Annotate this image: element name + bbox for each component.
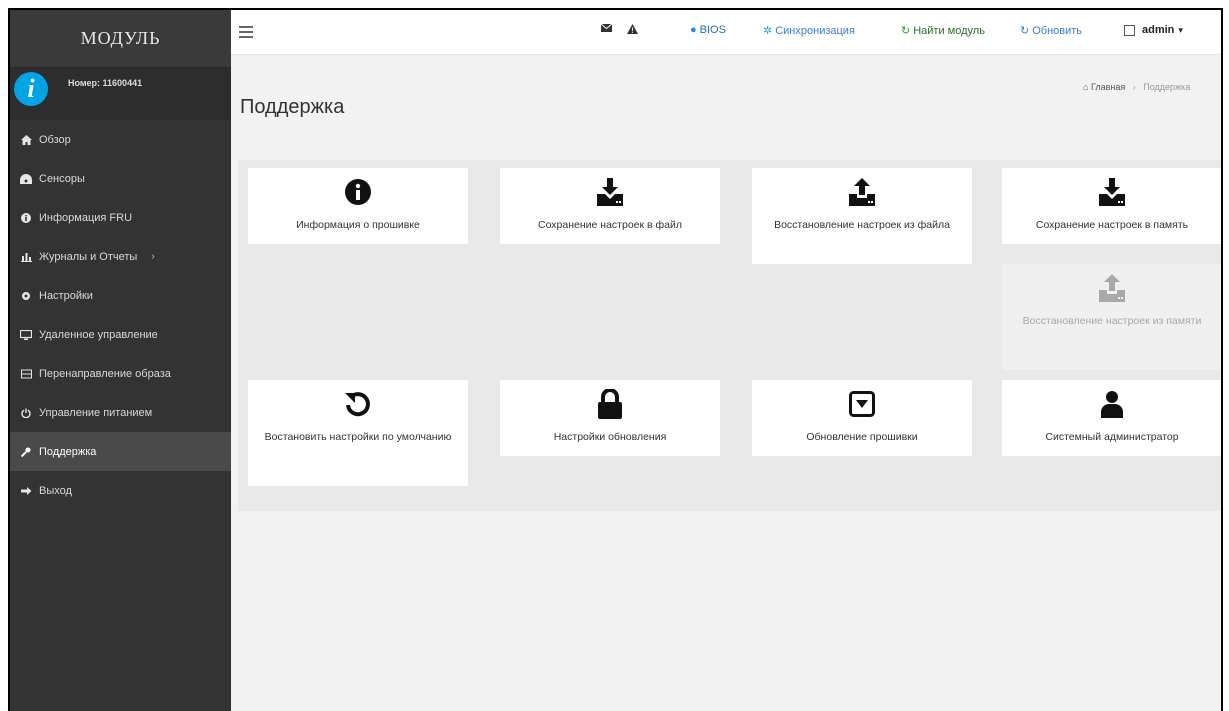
app-window: МОДУЛЬ i Номер: 11600441 Обзор Сенсоры И… xyxy=(8,8,1223,711)
bios-label: BIOS xyxy=(699,24,726,36)
topbar: ● BIOS ✲ Синхронизация ↻ Найти модуль ↻ … xyxy=(231,10,1221,55)
user-menu[interactable]: admin ▾ xyxy=(1124,24,1183,36)
sign-out-icon xyxy=(19,486,33,496)
user-panel: i Номер: 11600441 xyxy=(10,68,231,120)
card-save-settings-memory[interactable]: Сохранение настроек в память xyxy=(1002,168,1221,244)
sidebar-item-label: Обзор xyxy=(39,133,71,146)
upload-icon xyxy=(847,177,877,207)
bar-chart-icon xyxy=(19,252,33,262)
sidebar-item-label: Перенаправление образа xyxy=(39,367,171,380)
sidebar-item-label: Удаленное управление xyxy=(39,328,158,341)
info-icon xyxy=(19,212,33,223)
caret-square-down-icon xyxy=(847,389,877,419)
find-module-label: Найти модуль xyxy=(913,24,985,37)
card-system-administrator[interactable]: Системный администратор xyxy=(1002,380,1221,456)
sidebar-item-label: Журналы и Отчеты xyxy=(39,250,138,263)
caret-down-icon: ▾ xyxy=(1178,24,1183,35)
sidebar-item-sensors[interactable]: Сенсоры xyxy=(10,159,231,198)
refresh-icon: ↻ xyxy=(1020,25,1030,37)
support-panel: Информация о прошивке Сохранение настрое… xyxy=(238,160,1221,511)
monitor-icon xyxy=(19,329,33,340)
sidebar: МОДУЛЬ i Номер: 11600441 Обзор Сенсоры И… xyxy=(10,10,231,711)
upload-icon xyxy=(1097,273,1127,303)
gear-icon xyxy=(19,291,33,301)
sidebar-item-label: Поддержка xyxy=(39,445,97,458)
card-restore-settings-file[interactable]: Восстановление настроек из файла xyxy=(752,168,972,264)
find-module-button[interactable]: ↻ Найти модуль xyxy=(901,24,985,38)
breadcrumb-home[interactable]: Главная xyxy=(1091,82,1125,92)
user-square-icon xyxy=(1124,24,1135,36)
brand-logo: МОДУЛЬ xyxy=(10,10,231,68)
sidebar-item-support[interactable]: Поддержка xyxy=(10,432,231,471)
sidebar-item-fru-info[interactable]: Информация FRU xyxy=(10,198,231,237)
sync-icon: ✲ xyxy=(763,25,773,37)
info-icon: i xyxy=(14,72,48,106)
card-firmware-update[interactable]: Обновление прошивки xyxy=(752,380,972,456)
user-name: admin xyxy=(1142,24,1175,36)
breadcrumb-separator: › xyxy=(1132,82,1136,92)
disk-icon xyxy=(19,369,33,379)
breadcrumb: ⌂ Главная › Поддержка xyxy=(1083,82,1190,92)
bios-button[interactable]: ● BIOS xyxy=(690,24,726,36)
card-restore-settings-memory: Восстановление настроек из памяти xyxy=(1002,264,1221,370)
card-update-settings[interactable]: Настройки обновления xyxy=(500,380,720,456)
sidebar-item-settings[interactable]: Настройки xyxy=(10,276,231,315)
card-restore-defaults[interactable]: Востановить настройки по умолчанию xyxy=(248,380,468,486)
home-icon: ⌂ xyxy=(1083,82,1089,92)
user-number: Номер: 11600441 xyxy=(68,78,143,88)
sidebar-item-label: Управление питанием xyxy=(39,406,153,419)
sync-button[interactable]: ✲ Синхронизация xyxy=(763,24,855,38)
sidebar-item-power-control[interactable]: Управление питанием xyxy=(10,393,231,432)
wrench-icon xyxy=(19,447,33,457)
sidebar-item-label: Информация FRU xyxy=(39,211,133,224)
card-label: Сохранение настроек в файл xyxy=(538,219,682,231)
sync-label: Синхронизация xyxy=(775,24,855,37)
sidebar-item-logs-reports[interactable]: Журналы и Отчеты › xyxy=(10,237,231,276)
card-label: Настройки обновления xyxy=(553,431,667,443)
info-circle-icon xyxy=(343,177,373,207)
card-label: Информация о прошивке xyxy=(296,219,420,231)
sidebar-item-label: Сенсоры xyxy=(39,172,85,185)
breadcrumb-current: Поддержка xyxy=(1143,82,1191,92)
refresh-icon: ↻ xyxy=(901,25,911,37)
sidebar-item-label: Настройки xyxy=(39,289,93,302)
page-title: Поддержка xyxy=(240,96,345,118)
card-label: Системный администратор xyxy=(1045,431,1179,443)
card-label: Востановить настройки по умолчанию xyxy=(264,431,452,443)
warning-icon[interactable] xyxy=(627,24,638,34)
mail-icon[interactable] xyxy=(601,24,612,32)
menu-toggle-icon[interactable] xyxy=(239,26,253,38)
sidebar-item-label: Выход xyxy=(39,484,72,497)
card-label: Сохранение настроек в память xyxy=(1035,219,1189,231)
sidebar-item-remote-control[interactable]: Удаленное управление xyxy=(10,315,231,354)
card-label: Обновление прошивки xyxy=(806,431,918,443)
refresh-button[interactable]: ↻ Обновить xyxy=(1020,24,1083,38)
chevron-right-icon: › xyxy=(151,251,155,262)
sidebar-item-image-redirection[interactable]: Перенаправление образа xyxy=(10,354,231,393)
lock-icon xyxy=(595,389,625,419)
download-icon xyxy=(1097,177,1127,207)
card-save-settings-file[interactable]: Сохранение настроек в файл xyxy=(500,168,720,244)
download-icon xyxy=(595,177,625,207)
info-circle-icon: ● xyxy=(690,24,697,36)
sidebar-item-overview[interactable]: Обзор xyxy=(10,120,231,159)
user-icon xyxy=(1097,389,1127,419)
card-firmware-info[interactable]: Информация о прошивке xyxy=(248,168,468,244)
refresh-label: Обновить xyxy=(1032,24,1083,37)
card-label: Восстановление настроек из файла xyxy=(774,219,950,231)
sidebar-item-logout[interactable]: Выход xyxy=(10,471,231,510)
card-label: Восстановление настроек из памяти xyxy=(1022,315,1202,327)
dashboard-icon xyxy=(19,173,33,184)
power-icon xyxy=(19,408,33,418)
undo-icon xyxy=(343,389,373,419)
home-icon xyxy=(19,134,33,145)
